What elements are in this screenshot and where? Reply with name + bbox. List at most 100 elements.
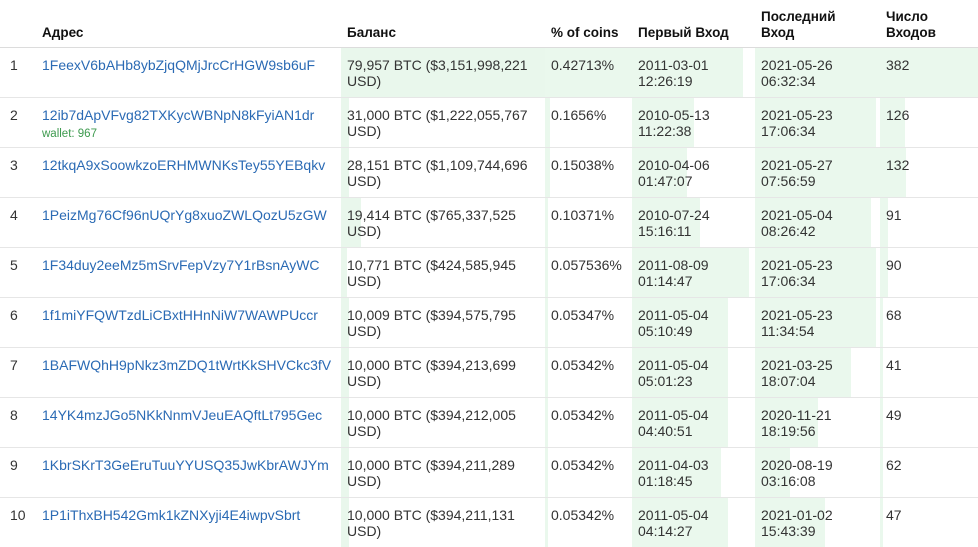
count-bar [880, 298, 883, 347]
address-link[interactable]: 12ib7dApVFvg82TXKycWBNpN8kFyiAN1dr [42, 107, 314, 123]
percent-bar [545, 148, 550, 197]
balance-cell: 19,414 BTC ($765,337,525USD) [341, 198, 545, 248]
address-link[interactable]: 14YK4mzJGo5NKkNnmVJeuEAQftLt795Gec [42, 407, 322, 423]
last-in-cell: 2021-05-2606:32:34 [755, 48, 880, 98]
row-number: 2 [0, 98, 36, 148]
row-number: 8 [0, 398, 36, 448]
wallet-label[interactable]: wallet: 967 [42, 126, 335, 142]
address-link[interactable]: 1BAFWQhH9pNkz3mZDQ1tWrtKkSHVCkc3fV [42, 357, 331, 373]
first-in-cell: 2010-05-1311:22:38 [632, 98, 755, 148]
header-last-in[interactable]: ПоследнийВход [755, 0, 880, 48]
last-in-cell: 2021-03-2518:07:04 [755, 348, 880, 398]
count-cell: 90 [880, 248, 978, 298]
balance-cell: 10,000 BTC ($394,212,005USD) [341, 398, 545, 448]
percent-bar [545, 348, 548, 397]
row-number: 6 [0, 298, 36, 348]
address-cell: 1F34duy2eeMz5mSrvFepVzy7Y1rBsnAyWC [36, 248, 341, 298]
balance-cell: 10,000 BTC ($394,211,289USD) [341, 448, 545, 498]
header-count[interactable]: ЧислоВходов [880, 0, 978, 48]
percent-cell: 0.42713% [545, 48, 632, 98]
percent-cell: 0.10371% [545, 198, 632, 248]
count-cell: 47 [880, 498, 978, 547]
percent-bar [545, 448, 548, 497]
table-row: 61f1miYFQWTzdLiCBxtHHnNiW7WAWPUccr10,009… [0, 298, 978, 348]
first-in-cell: 2011-05-0404:14:27 [632, 498, 755, 547]
first-in-cell: 2011-04-0301:18:45 [632, 448, 755, 498]
address-link[interactable]: 1P1iThxBH542Gmk1kZNXyji4E4iwpvSbrt [42, 507, 300, 523]
percent-cell: 0.05347% [545, 298, 632, 348]
table-row: 8 14YK4mzJGo5NKkNnmVJeuEAQftLt795Gec 10,00… [0, 398, 978, 448]
percent-bar [545, 198, 548, 247]
table-row: 4 1PeizMg76Cf96nUQrYg8xuoZWLQozU5zGW 19,41… [0, 198, 978, 248]
address-cell: 1KbrSKrT3GeEruTuuYYUSQ35JwKbrAWJYm [36, 448, 341, 498]
percent-bar [545, 248, 548, 297]
last-in-cell: 2021-05-2311:34:54 [755, 298, 880, 348]
last-in-cell: 2020-11-2118:19:56 [755, 398, 880, 448]
header-balance[interactable]: Баланс [341, 0, 545, 48]
header-address[interactable]: Адрес [36, 0, 341, 48]
address-link[interactable]: 1FeexV6bAHb8ybZjqQMjJrcCrHGW9sb6uF [42, 57, 315, 73]
percent-cell: 0.1656% [545, 98, 632, 148]
percent-cell: 0.05342% [545, 448, 632, 498]
balance-cell: 10,771 BTC ($424,585,945USD) [341, 248, 545, 298]
count-bar [880, 498, 883, 547]
table-header: Адрес Баланс % of coins Первый Вход Посл… [0, 0, 978, 48]
last-in-cell: 2021-05-2317:06:34 [755, 98, 880, 148]
table-body: 11FeexV6bAHb8ybZjqQMjJrcCrHGW9sb6uF79,95… [0, 48, 978, 547]
table-row: 9 1KbrSKrT3GeEruTuuYYUSQ35JwKbrAWJYm 10,00… [0, 448, 978, 498]
rich-list-table: Адрес Баланс % of coins Первый Вход Посл… [0, 0, 978, 547]
percent-cell: 0.15038% [545, 148, 632, 198]
count-cell: 91 [880, 198, 978, 248]
row-number: 1 [0, 48, 36, 98]
last-in-cell: 2021-01-0215:43:39 [755, 498, 880, 547]
count-cell: 382 [880, 48, 978, 98]
percent-cell: 0.05342% [545, 348, 632, 398]
percent-bar [545, 498, 548, 547]
balance-cell: 31,000 BTC ($1,222,055,767USD) [341, 98, 545, 148]
table-row: 10 1P1iThxBH542Gmk1kZNXyji4E4iwpvSbrt 10,0… [0, 498, 978, 547]
address-cell: 1f1miYFQWTzdLiCBxtHHnNiW7WAWPUccr [36, 298, 341, 348]
address-cell: 12ib7dApVFvg82TXKycWBNpN8kFyiAN1dr wallet… [36, 98, 341, 148]
percent-bar [545, 298, 548, 347]
header-first-in[interactable]: Первый Вход [632, 0, 755, 48]
first-in-cell: 2010-04-0601:47:07 [632, 148, 755, 198]
address-link[interactable]: 1PeizMg76Cf96nUQrYg8xuoZWLQozU5zGW [42, 207, 327, 223]
row-number: 4 [0, 198, 36, 248]
header-percent[interactable]: % of coins [545, 0, 632, 48]
address-link[interactable]: 1KbrSKrT3GeEruTuuYYUSQ35JwKbrAWJYm [42, 457, 329, 473]
count-cell: 41 [880, 348, 978, 398]
last-in-cell: 2021-05-2317:06:34 [755, 248, 880, 298]
address-link[interactable]: 12tkqA9xSoowkzoERHMWNKsTey55YEBqkv [42, 157, 325, 173]
count-bar [880, 348, 883, 397]
first-in-cell: 2011-08-0901:14:47 [632, 248, 755, 298]
table-row: 11FeexV6bAHb8ybZjqQMjJrcCrHGW9sb6uF79,95… [0, 48, 978, 98]
count-bar [880, 398, 883, 447]
last-in-cell: 2021-05-2707:56:59 [755, 148, 880, 198]
count-cell: 62 [880, 448, 978, 498]
first-in-cell: 2011-05-0405:10:49 [632, 298, 755, 348]
address-cell: 12tkqA9xSoowkzoERHMWNKsTey55YEBqkv [36, 148, 341, 198]
address-link[interactable]: 1f1miYFQWTzdLiCBxtHHnNiW7WAWPUccr [42, 307, 318, 323]
percent-bar [545, 98, 550, 147]
address-cell: 1BAFWQhH9pNkz3mZDQ1tWrtKkSHVCkc3fV [36, 348, 341, 398]
first-in-cell: 2011-03-0112:26:19 [632, 48, 755, 98]
percent-cell: 0.05342% [545, 398, 632, 448]
count-bar [880, 448, 883, 497]
balance-cell: 10,000 BTC ($394,213,699USD) [341, 348, 545, 398]
table-row: 71BAFWQhH9pNkz3mZDQ1tWrtKkSHVCkc3fV10,00… [0, 348, 978, 398]
table-row: 312tkqA9xSoowkzoERHMWNKsTey55YEBqkv28,15… [0, 148, 978, 198]
first-in-cell: 2011-05-0405:01:23 [632, 348, 755, 398]
balance-cell: 10,000 BTC ($394,211,131USD) [341, 498, 545, 547]
table-row: 5 1F34duy2eeMz5mSrvFepVzy7Y1rBsnAyWC 10,77… [0, 248, 978, 298]
header-num [0, 0, 36, 48]
address-cell: 1P1iThxBH542Gmk1kZNXyji4E4iwpvSbrt [36, 498, 341, 547]
row-number: 9 [0, 448, 36, 498]
first-in-cell: 2011-05-0404:40:51 [632, 398, 755, 448]
address-link[interactable]: 1F34duy2eeMz5mSrvFepVzy7Y1rBsnAyWC [42, 257, 320, 273]
last-in-cell: 2021-05-0408:26:42 [755, 198, 880, 248]
percent-bar [545, 398, 548, 447]
row-number: 10 [0, 498, 36, 547]
count-cell: 49 [880, 398, 978, 448]
row-number: 5 [0, 248, 36, 298]
first-in-cell: 2010-07-2415:16:11 [632, 198, 755, 248]
